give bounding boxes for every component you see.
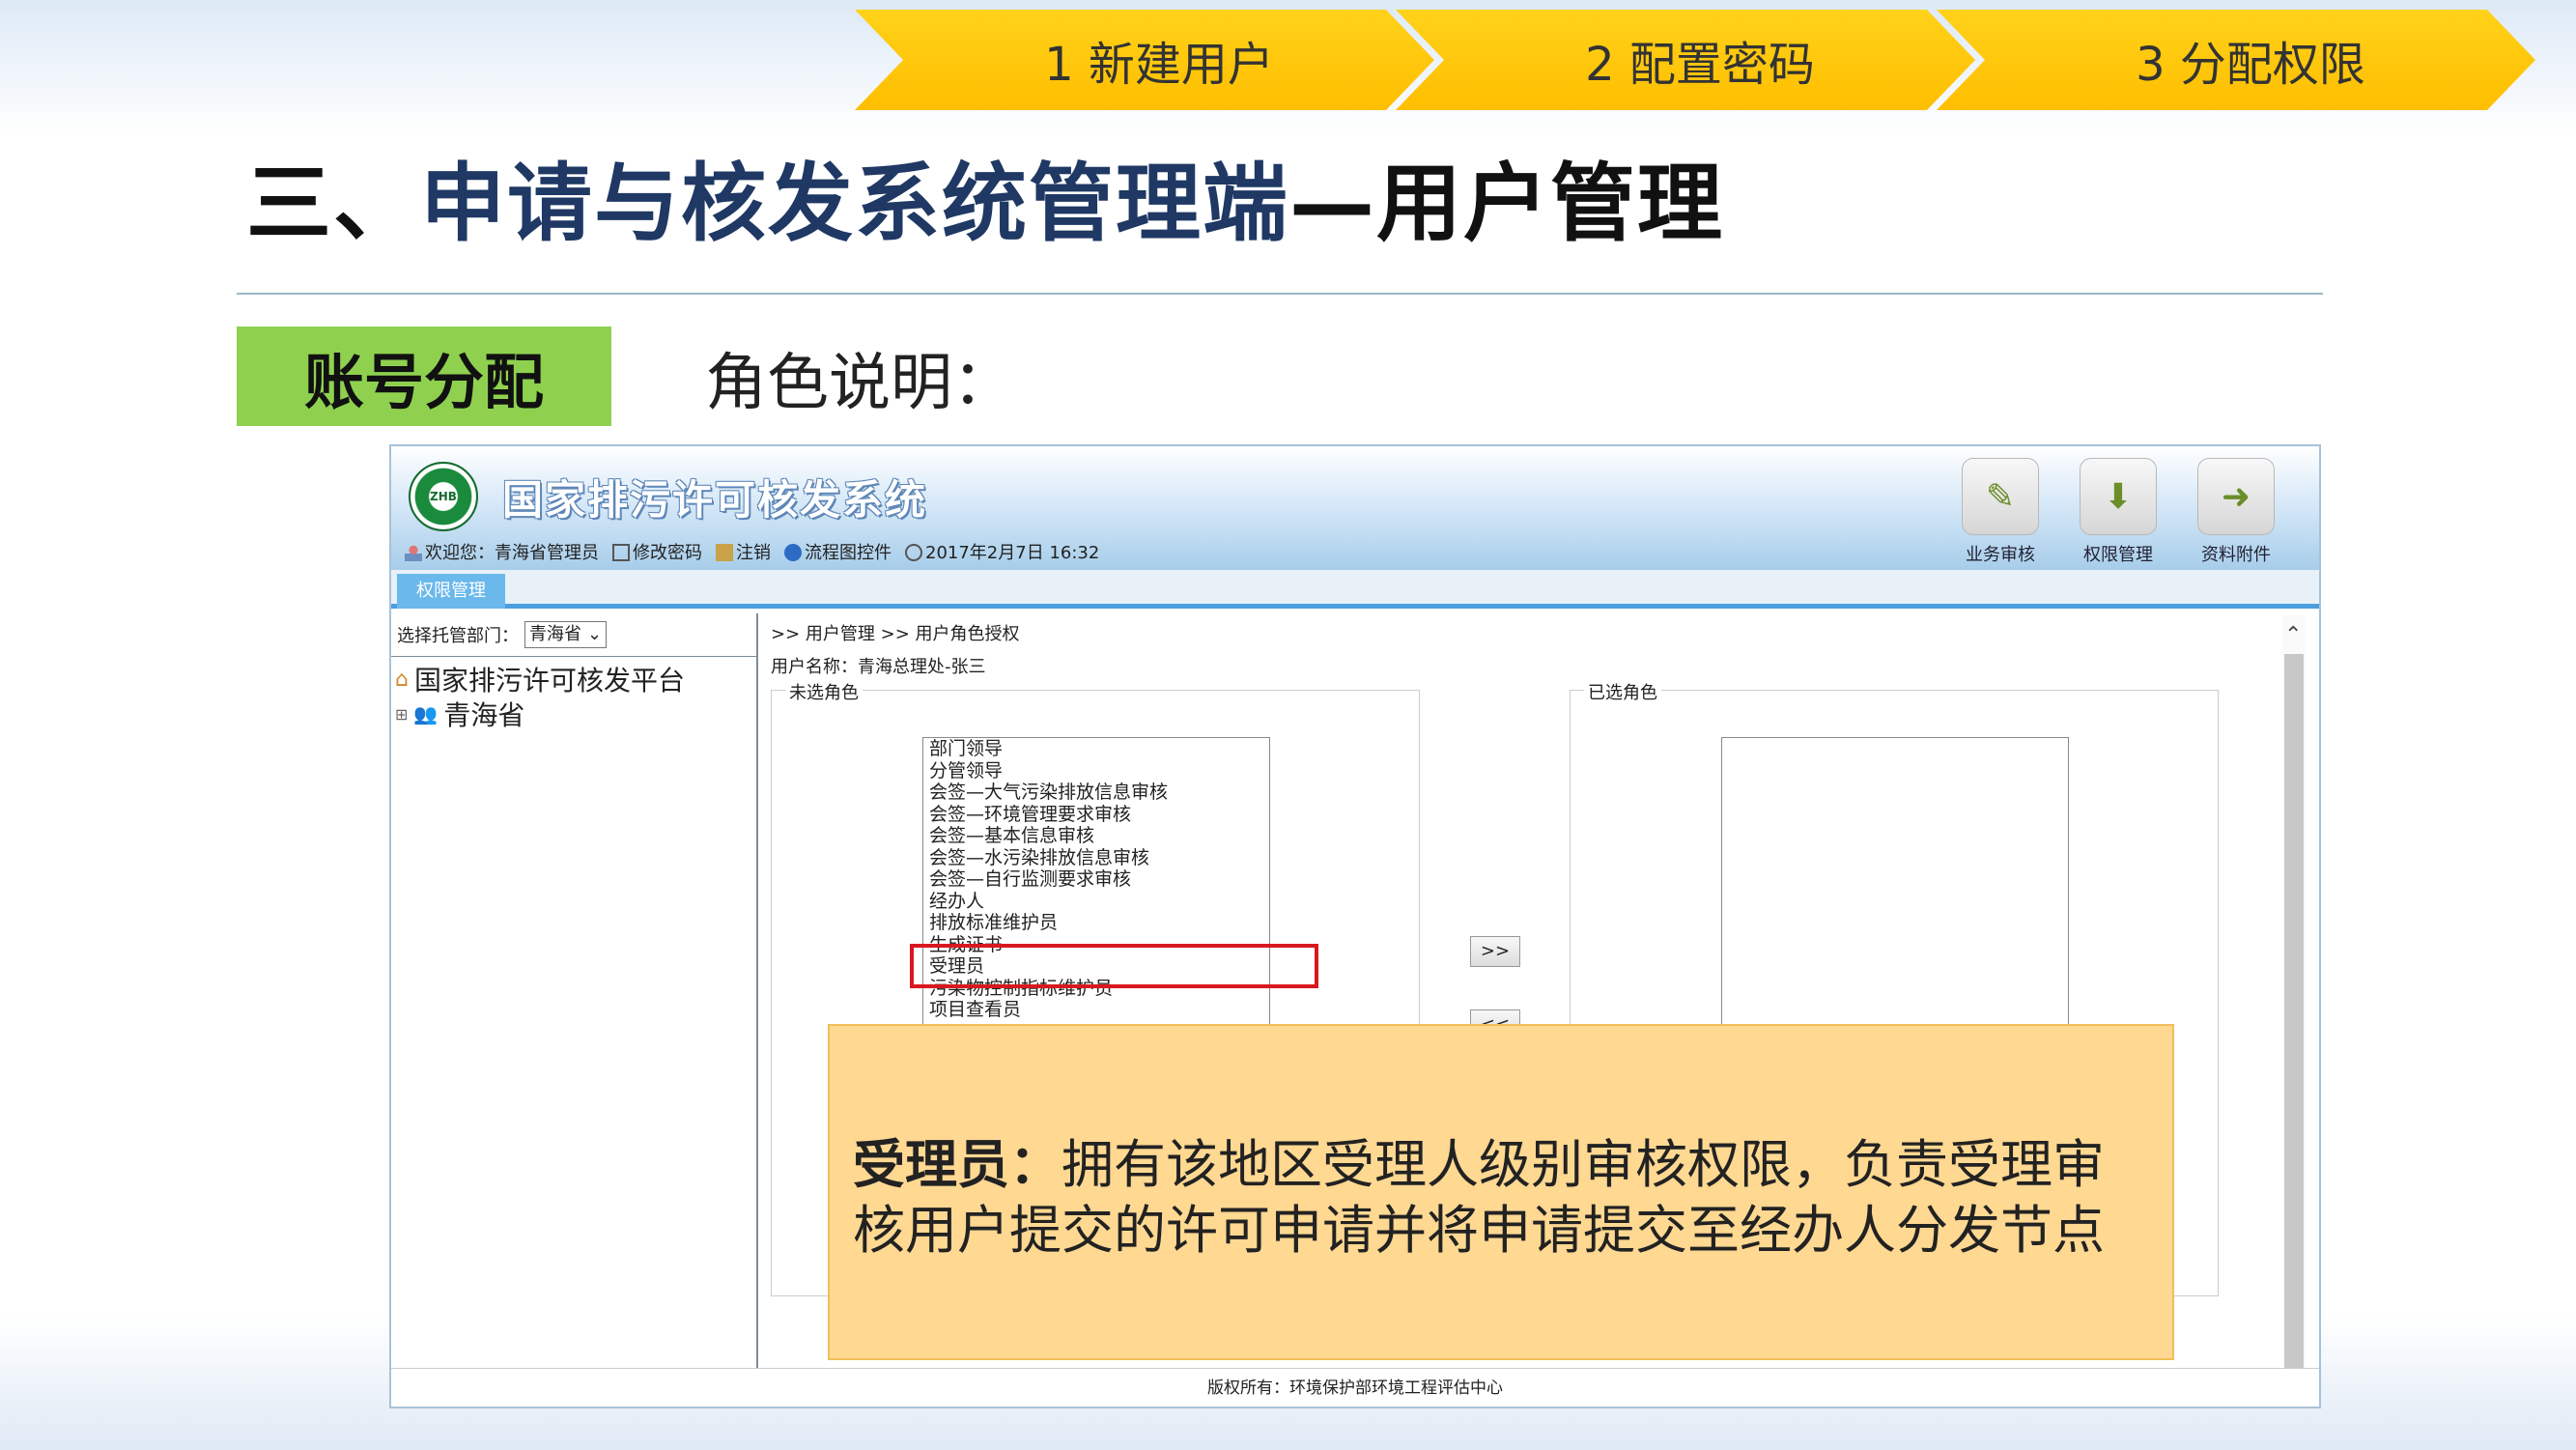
selected-roles-list[interactable] <box>1721 737 2069 1027</box>
download-icon: ⬇ <box>2080 458 2157 535</box>
chevron-down-icon: ⌄ <box>587 624 603 644</box>
highlight-box <box>910 944 1318 988</box>
list-item[interactable]: 项目查看员 <box>923 999 1269 1021</box>
user-icon <box>405 544 422 561</box>
breadcrumb: >> 用户管理 >> 用户角色授权 <box>771 624 1020 644</box>
list-item[interactable]: 会签—自行监测要求审核 <box>923 868 1269 891</box>
tree-node-platform[interactable]: ⌂ 国家排污许可核发平台 <box>395 662 685 697</box>
clock-icon <box>905 544 922 561</box>
edit-icon: ✎ <box>1962 458 2039 535</box>
logout-icon <box>716 544 733 561</box>
add-role-button[interactable]: >> <box>1470 936 1520 967</box>
selected-roles-legend: 已选角色 <box>1584 679 1661 704</box>
business-review-button[interactable]: ✎ 业务审核 <box>1956 458 2045 566</box>
callout-term: 受理员： <box>853 1134 1062 1195</box>
expand-icon[interactable]: ⊞ <box>395 705 408 724</box>
edit-icon <box>612 544 630 561</box>
section-badge: 账号分配 <box>237 327 611 426</box>
datetime-text: 2017年2月7日 16:32 <box>905 539 1099 564</box>
title-divider <box>237 293 2323 295</box>
logo-icon: ZHB <box>409 462 478 531</box>
left-pane: 选择托管部门： 青海省 ⌄ ⌂ 国家排污许可核发平台 ⊞ 👥 青海省 <box>391 613 758 1407</box>
home-icon: ⌂ <box>395 667 409 692</box>
process-steps: 1 新建用户 2 配置密码 3 分配权限 <box>855 10 2535 110</box>
logout-link[interactable]: 注销 <box>716 539 771 564</box>
list-item[interactable]: 分管领导 <box>923 760 1269 782</box>
change-password-link[interactable]: 修改密码 <box>612 539 702 564</box>
dept-row: 选择托管部门： 青海省 ⌄ <box>397 621 608 648</box>
list-item[interactable]: 排放标准维护员 <box>923 912 1269 934</box>
scrollbar-thumb[interactable] <box>2284 654 2304 1380</box>
download-circle-icon <box>784 544 802 561</box>
step-3: 3 分配权限 <box>1937 10 2535 110</box>
app-header: ZHB 国家排污许可核发系统 欢迎您：青海省管理员 修改密码 注销 流程图控件 … <box>391 446 2319 570</box>
list-item[interactable]: 经办人 <box>923 891 1269 913</box>
list-item[interactable]: 会签—大气污染排放信息审核 <box>923 782 1269 804</box>
dept-label: 选择托管部门： <box>397 626 519 646</box>
role-description-callout: 受理员：拥有该地区受理人级别审核权限，负责受理审核用户提交的许可申请并将申请提交… <box>828 1024 2174 1360</box>
attachments-button[interactable]: ➜ 资料附件 <box>2192 458 2280 566</box>
list-item[interactable]: 会签—环境管理要求审核 <box>923 804 1269 826</box>
tab-bar: 权限管理 <box>391 570 2319 609</box>
unselected-roles-legend: 未选角色 <box>785 679 863 704</box>
list-item[interactable]: 会签—水污染排放信息审核 <box>923 847 1269 869</box>
list-item[interactable]: 会签—基本信息审核 <box>923 825 1269 847</box>
org-tree: ⌂ 国家排污许可核发平台 ⊞ 👥 青海省 <box>395 662 685 731</box>
users-icon: 👥 <box>413 702 439 725</box>
step-1: 1 新建用户 <box>855 10 1434 110</box>
attachment-icon: ➜ <box>2197 458 2275 535</box>
top-toolbar: ✎ 业务审核 ⬇ 权限管理 ➜ 资料附件 <box>1956 458 2280 566</box>
list-item[interactable]: 部门领导 <box>923 738 1269 760</box>
flow-control-link[interactable]: 流程图控件 <box>784 539 892 564</box>
user-name-text: 用户名称：青海总理处-张三 <box>771 657 986 677</box>
tree-node-qinghai[interactable]: ⊞ 👥 青海省 <box>395 697 685 731</box>
app-title: 国家排污许可核发系统 <box>502 476 928 524</box>
user-bar: 欢迎您：青海省管理员 修改密码 注销 流程图控件 2017年2月7日 16:32 <box>405 539 1099 564</box>
page-title: 三、申请与核发系统管理端—用户管理 <box>246 154 1725 253</box>
dept-select[interactable]: 青海省 ⌄ <box>524 621 608 648</box>
scrollbar[interactable]: ⌃ <box>2282 615 2306 1388</box>
pane-divider <box>391 656 758 657</box>
welcome-text: 欢迎您：青海省管理员 <box>405 539 599 564</box>
permission-management-button[interactable]: ⬇ 权限管理 <box>2074 458 2163 566</box>
section-subhead: 角色说明： <box>705 348 1014 419</box>
chevron-up-icon[interactable]: ⌃ <box>2284 623 2302 647</box>
app-footer: 版权所有：环境保护部环境工程评估中心 <box>391 1368 2319 1407</box>
tab-permission-management[interactable]: 权限管理 <box>397 574 505 609</box>
step-2: 2 配置密码 <box>1396 10 1975 110</box>
